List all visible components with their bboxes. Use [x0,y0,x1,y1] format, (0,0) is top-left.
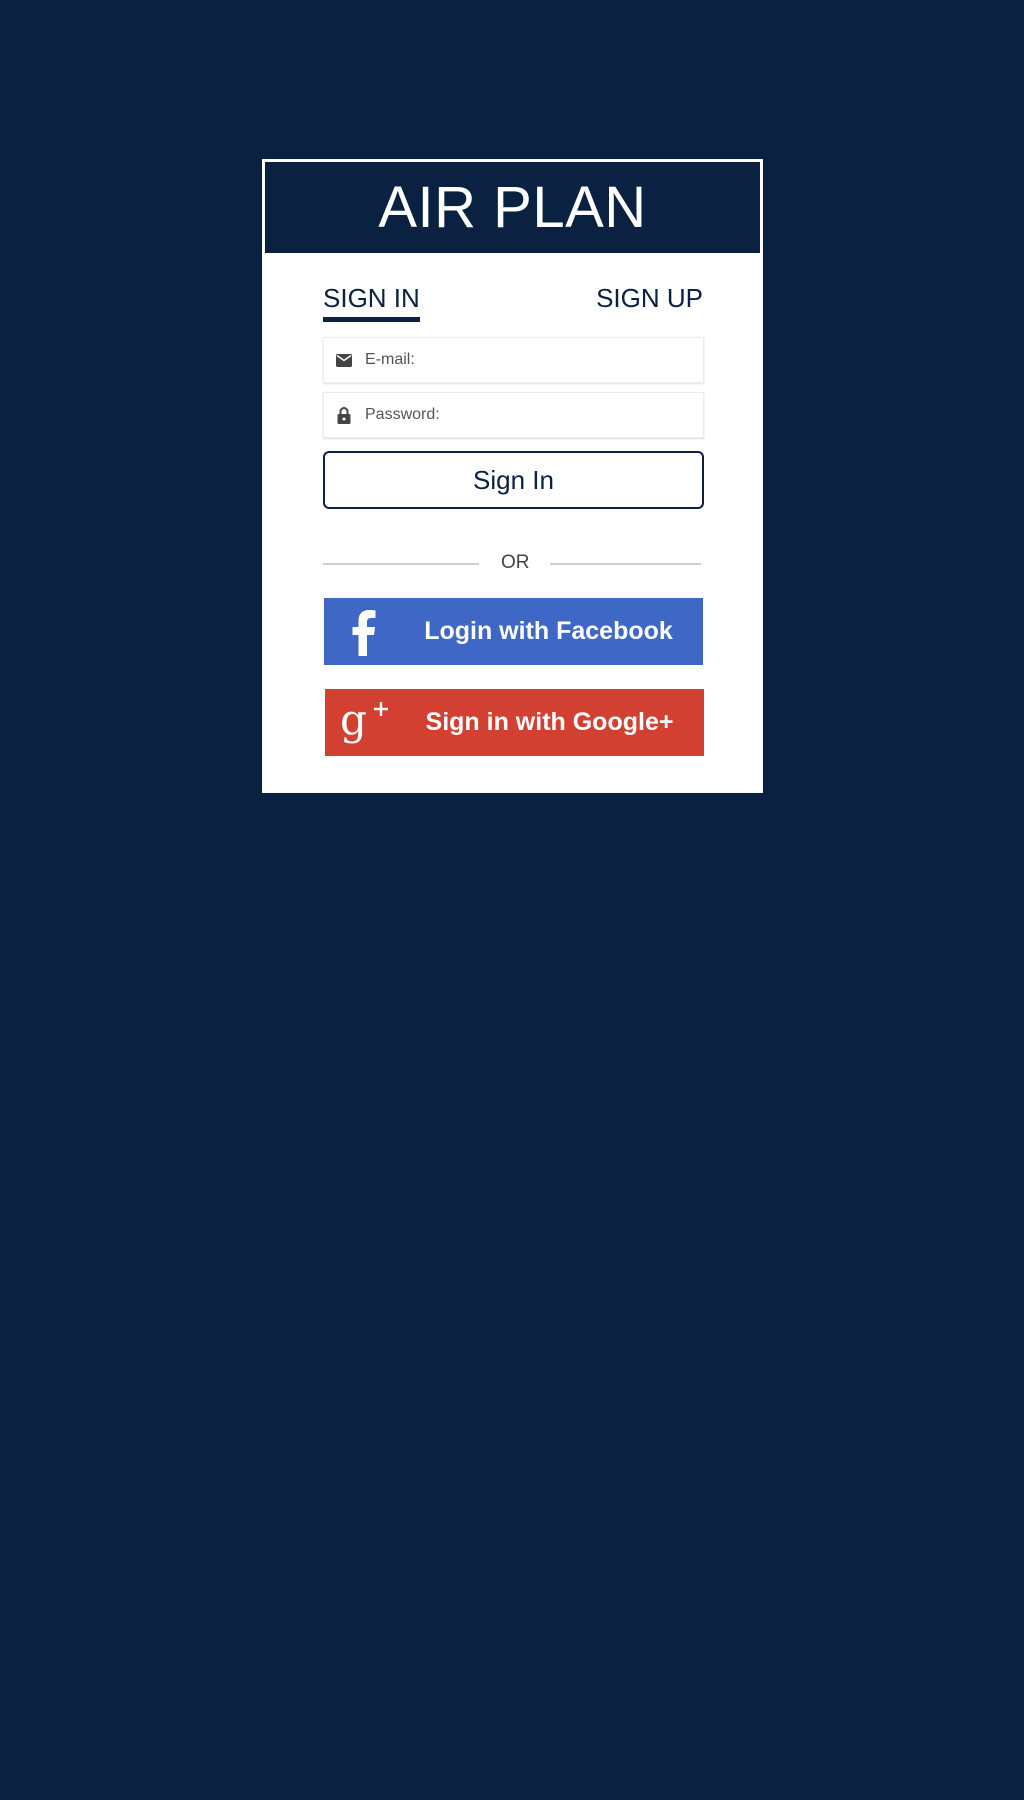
divider-line-right [550,563,701,565]
or-divider: OR [323,552,701,576]
card-header: AIR PLAN [265,162,760,253]
or-label: OR [501,552,530,573]
email-input[interactable] [365,338,695,382]
divider-line-left [323,563,479,565]
tab-sign-up[interactable]: SIGN UP [596,282,703,314]
facebook-f-icon [324,598,404,665]
facebook-login-button[interactable]: Login with Facebook [324,598,703,665]
tab-sign-in[interactable]: SIGN IN [323,282,420,314]
google-plus-login-button[interactable]: g Sign in with Google+ [325,689,704,756]
facebook-login-label: Login with Facebook [424,617,673,645]
google-plus-login-label: Sign in with Google+ [425,708,674,736]
svg-text:g: g [340,700,367,744]
password-input[interactable] [365,393,695,437]
email-field [323,337,704,383]
auth-tabs: SIGN IN SIGN UP [323,282,703,322]
sign-in-button[interactable]: Sign In [323,451,704,509]
password-field [323,392,704,438]
google-plus-icon: g [325,689,405,756]
login-card: AIR PLAN SIGN IN SIGN UP Sign In OR [262,159,763,793]
lock-icon [335,406,353,424]
active-tab-indicator [323,317,420,322]
envelope-icon [335,351,353,369]
app-title: AIR PLAN [378,174,647,240]
